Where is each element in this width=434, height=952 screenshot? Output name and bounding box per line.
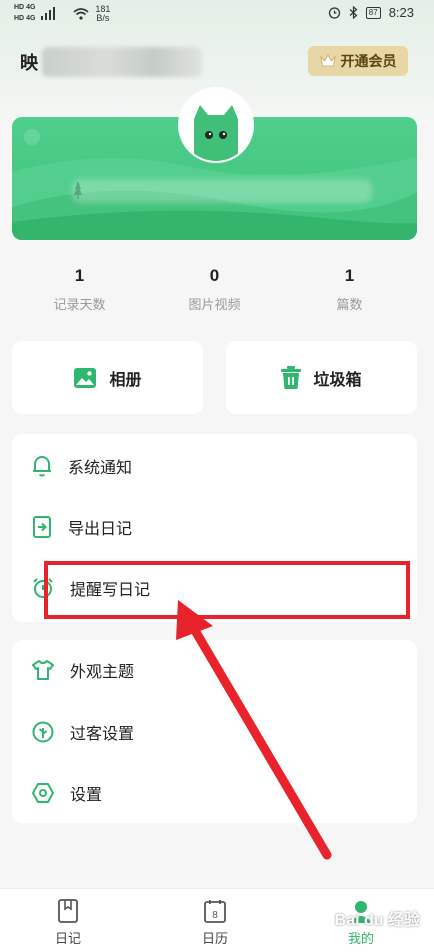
watermark: Bai du 经验	[334, 912, 420, 929]
annotation-arrow-icon	[176, 600, 332, 860]
nav-tab-calendar[interactable]: 8 日历	[175, 899, 255, 947]
calendar-icon: 8	[204, 900, 226, 923]
svg-text:8: 8	[212, 910, 218, 921]
diary-book-icon	[58, 899, 78, 923]
nav-tab-diary[interactable]: 日记	[28, 899, 108, 947]
